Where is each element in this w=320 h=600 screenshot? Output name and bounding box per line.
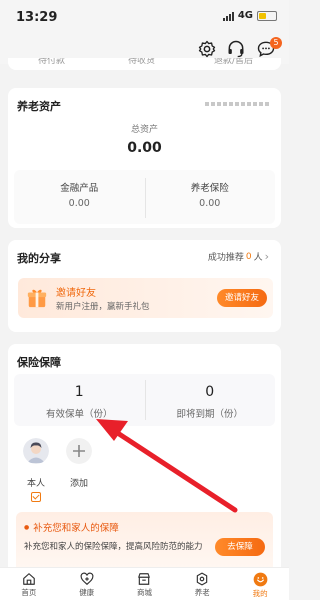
signal-icon: [222, 11, 234, 21]
tab-elderly-care[interactable]: 养老: [173, 568, 231, 600]
store-icon: [138, 573, 151, 585]
bottom-tab-bar: 首页 健康 商城 养老 我的: [0, 567, 289, 600]
checkbox-checked-icon[interactable]: [31, 492, 41, 502]
expiring-policies-label: 即将到期（份）: [176, 409, 243, 420]
pension-insurance[interactable]: 养老保险 0.00: [145, 170, 276, 224]
member-add[interactable]: 添加: [64, 438, 94, 489]
insurance-title: 保险保障: [17, 356, 61, 369]
asset-breakdown: 金融产品 0.00 养老保险 0.00: [14, 170, 275, 224]
member-add-label: 添加: [69, 479, 88, 489]
tab-store-label: 商城: [136, 588, 152, 597]
expiring-policies-count: 0: [205, 384, 215, 400]
invite-subtitle: 新用户注册，赢新手礼包: [56, 302, 150, 312]
supplement-title: 补充您和家人的保障: [24, 520, 119, 534]
pension-assets-card: 养老资产 总资产 0.00 金融产品 0.00 养老保险 0.00: [8, 88, 281, 228]
elderly-care-icon: [197, 572, 208, 586]
invite-friends-button[interactable]: 邀请好友: [217, 289, 267, 307]
member-self[interactable]: 本人: [21, 438, 51, 502]
home-icon: [23, 573, 35, 585]
message-badge: 5: [270, 37, 282, 49]
active-policies-label: 有效保单（份）: [45, 409, 113, 420]
my-share-title: 我的分享: [17, 252, 61, 265]
status-bar: 13:29 4G: [0, 0, 289, 34]
tab-profile-label: 我的: [252, 589, 268, 598]
referral-count: 0: [245, 251, 252, 262]
status-indicators: 4G: [222, 10, 277, 21]
tab-home[interactable]: 首页: [0, 568, 58, 600]
referral-prefix: 成功推荐: [207, 253, 244, 263]
pension-insurance-value: 0.00: [199, 198, 221, 209]
add-icon: [66, 438, 92, 464]
active-policies[interactable]: 1 有效保单（份）: [14, 374, 145, 426]
pension-insurance-label: 养老保险: [190, 183, 229, 194]
tab-health-label: 健康: [79, 588, 95, 597]
order-pending-payment[interactable]: 待付款: [38, 58, 65, 66]
policy-stats: 1 有效保单（份） 0 即将到期（份）: [14, 374, 275, 426]
financial-products-value: 0.00: [68, 198, 90, 209]
gift-icon: [27, 289, 47, 308]
hide-amount-toggle[interactable]: [205, 102, 269, 106]
invite-title: 邀请好友: [56, 288, 96, 299]
tab-elderly-care-label: 养老: [194, 588, 210, 597]
customer-service-icon[interactable]: [226, 39, 246, 59]
tab-health[interactable]: 健康: [58, 568, 116, 600]
order-refund[interactable]: 退款/售后: [214, 58, 253, 66]
invite-banner[interactable]: 邀请好友 新用户注册，赢新手礼包 邀请好友: [18, 278, 273, 318]
total-assets-value: 0.00: [127, 140, 162, 156]
health-icon: [80, 572, 94, 586]
total-assets-label: 总资产: [130, 125, 158, 135]
referral-unit: 人: [253, 253, 263, 263]
settings-icon[interactable]: [197, 39, 217, 59]
order-pending-receipt[interactable]: 待收货: [128, 58, 155, 66]
tab-store[interactable]: 商城: [116, 568, 174, 600]
supplement-description: 补充您和家人的保险保障，提高风险防范的能力: [24, 542, 203, 552]
network-type: 4G: [237, 10, 253, 21]
profile-icon: [253, 572, 267, 587]
expiring-policies[interactable]: 0 即将到期（份）: [145, 374, 276, 426]
my-share-card: 我的分享 成功推荐 0 人 › 邀请好友 新用户注册，赢新手礼包 邀请好友: [8, 240, 281, 332]
battery-icon: [257, 10, 277, 21]
member-self-label: 本人: [26, 479, 45, 489]
get-coverage-button[interactable]: 去保障: [215, 538, 265, 556]
insurance-card: 保险保障 1 有效保单（份） 0 即将到期（份） 本人 添加 补充您和家人的保障…: [8, 344, 281, 580]
order-shortcuts-row: 待付款 待收货 退款/售后: [8, 58, 281, 70]
financial-products[interactable]: 金融产品 0.00: [14, 170, 145, 224]
avatar: [23, 438, 49, 464]
tab-home-label: 首页: [21, 588, 37, 597]
pension-assets-title: 养老资产: [17, 100, 61, 113]
chevron-right-icon: ›: [264, 250, 269, 263]
tab-profile[interactable]: 我的: [231, 568, 289, 600]
status-time: 13:29: [16, 10, 58, 25]
active-policies-count: 1: [74, 384, 84, 400]
financial-products-label: 金融产品: [60, 183, 99, 194]
supplement-coverage-banner[interactable]: 补充您和家人的保障 补充您和家人的保险保障，提高风险防范的能力 去保障: [16, 512, 273, 574]
referral-summary[interactable]: 成功推荐 0 人 ›: [208, 250, 269, 263]
